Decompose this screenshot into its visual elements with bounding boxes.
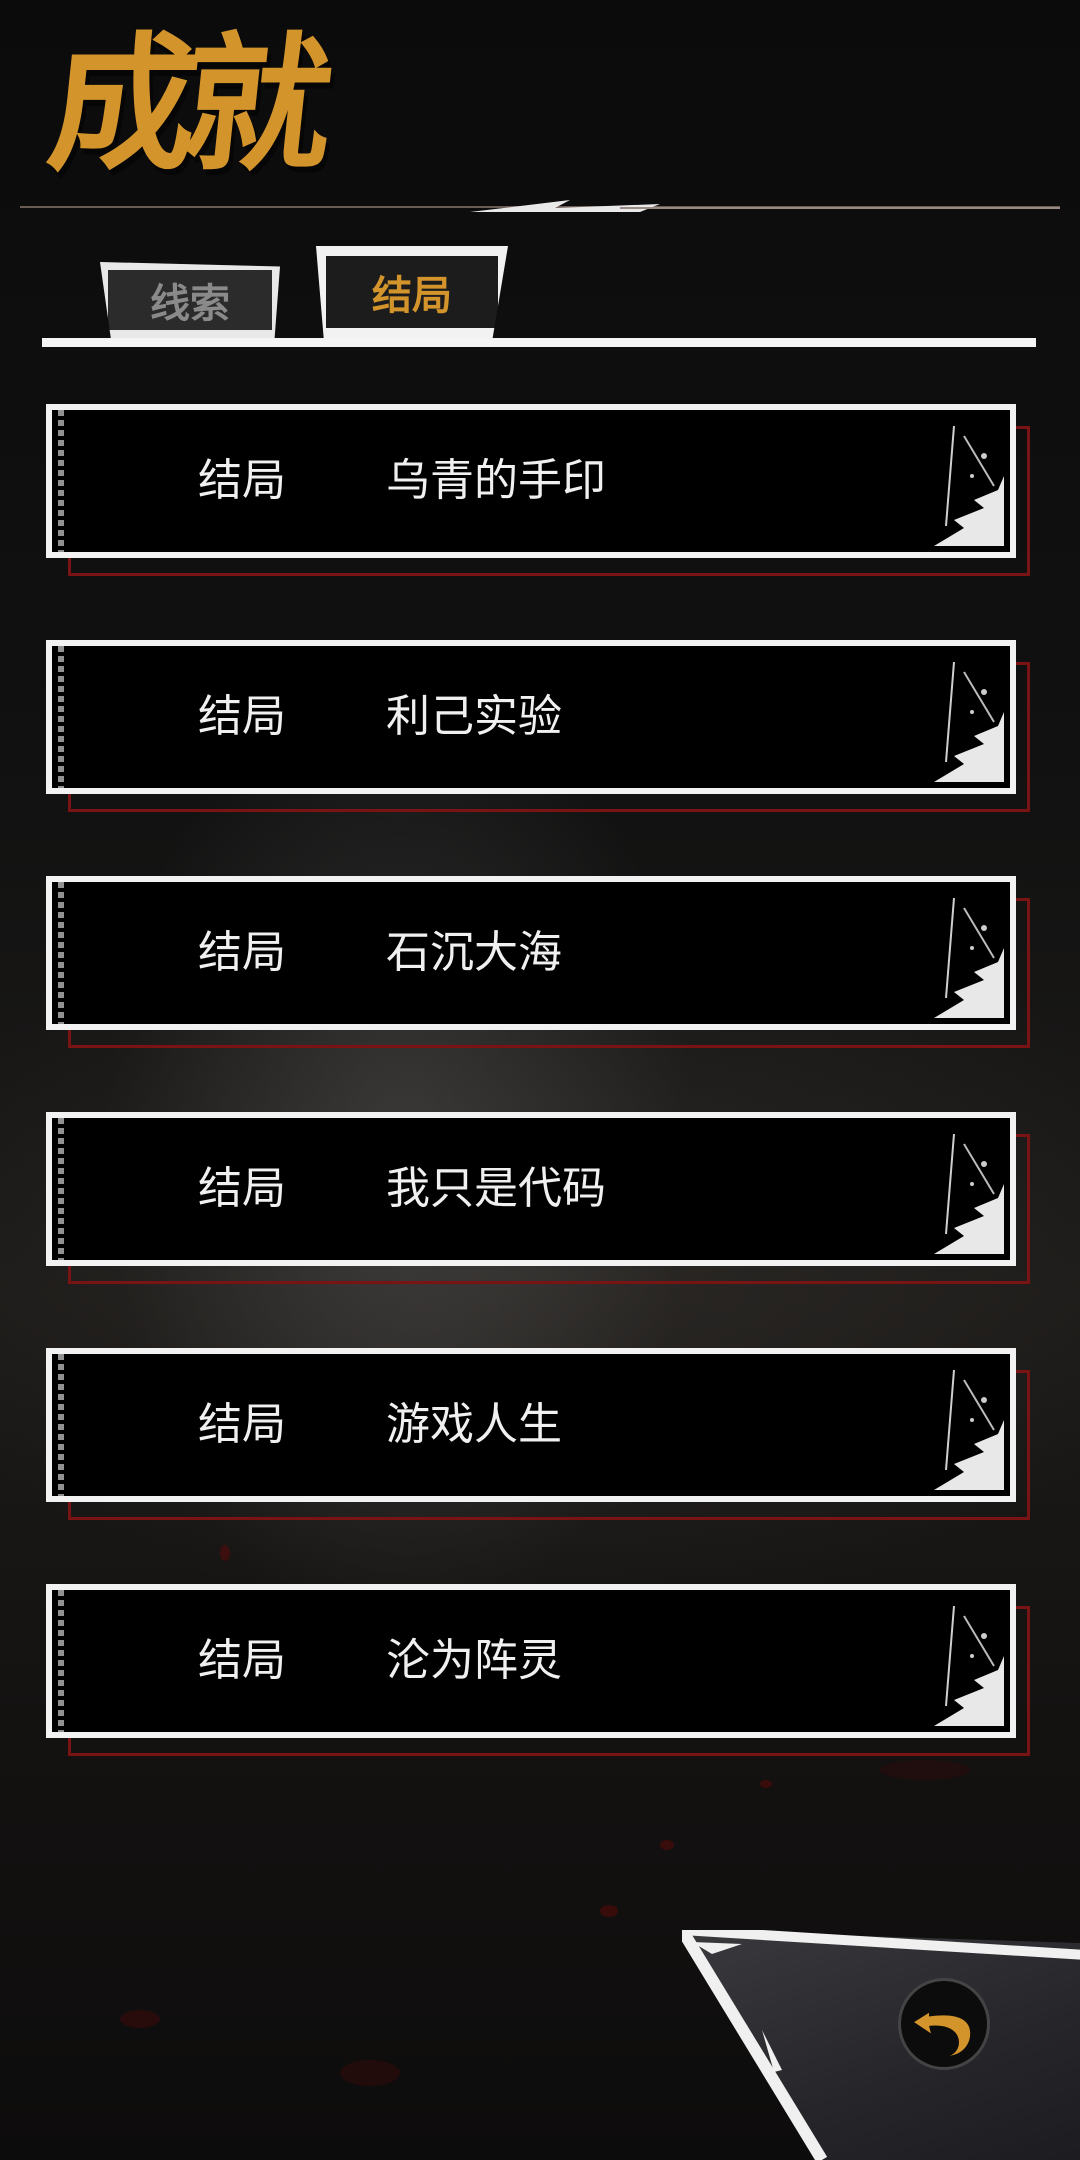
- ending-kind-label: 结局: [198, 455, 286, 506]
- ending-name: 乌青的手印: [386, 455, 606, 506]
- ending-item[interactable]: 结局 我只是代码: [46, 1112, 1030, 1284]
- grunge-decoration: [934, 1605, 1004, 1726]
- page-title: 成就: [40, 19, 328, 191]
- blood-splatter: [760, 1780, 772, 1788]
- ending-kind-label: 结局: [198, 691, 286, 742]
- card-frame: 结局 沦为阵灵: [46, 1584, 1016, 1738]
- tab-clues-label: 线索: [150, 281, 230, 327]
- grunge-decoration: [934, 661, 1004, 782]
- ending-item[interactable]: 结局 利己实验: [46, 640, 1030, 812]
- ending-name: 沦为阵灵: [386, 1635, 562, 1686]
- blood-splatter: [220, 1545, 230, 1561]
- card-frame: 结局 游戏人生: [46, 1348, 1016, 1502]
- ending-item[interactable]: 结局 游戏人生: [46, 1348, 1030, 1520]
- blood-splatter: [340, 2060, 400, 2086]
- back-arrow-icon: [914, 2012, 971, 2056]
- blood-splatter: [660, 1840, 674, 1850]
- ending-kind-label: 结局: [198, 1399, 286, 1450]
- grunge-decoration: [934, 425, 1004, 546]
- ending-item[interactable]: 结局 乌青的手印: [46, 404, 1030, 576]
- ending-name: 利己实验: [386, 691, 562, 742]
- card-frame: 结局 利己实验: [46, 640, 1016, 794]
- back-button[interactable]: [898, 1978, 990, 2070]
- ending-name: 石沉大海: [386, 927, 562, 978]
- back-panel-border: [682, 1930, 1080, 2160]
- tab-clues[interactable]: 线索: [100, 262, 280, 338]
- ending-name: 我只是代码: [386, 1163, 606, 1214]
- ending-kind-label: 结局: [198, 1635, 286, 1686]
- tab-endings-label: 结局: [372, 273, 452, 319]
- tab-underline: [42, 338, 1036, 347]
- grunge-decoration: [934, 897, 1004, 1018]
- grunge-decoration: [934, 1133, 1004, 1254]
- achievements-screen: 成就 线索 结局 结局 乌青的手印 结局 利己实验 结局 石沉大海 结局 我只是…: [0, 0, 1080, 2160]
- ending-kind-label: 结局: [198, 927, 286, 978]
- grunge-decoration: [934, 1369, 1004, 1490]
- ending-item[interactable]: 结局 沦为阵灵: [46, 1584, 1030, 1756]
- card-frame: 结局 石沉大海: [46, 876, 1016, 1030]
- blood-splatter: [880, 1760, 970, 1780]
- tab-endings[interactable]: 结局: [316, 246, 508, 338]
- ending-kind-label: 结局: [198, 1163, 286, 1214]
- title-divider: [20, 200, 1060, 212]
- ending-name: 游戏人生: [386, 1399, 562, 1450]
- card-frame: 结局 乌青的手印: [46, 404, 1016, 558]
- card-frame: 结局 我只是代码: [46, 1112, 1016, 1266]
- blood-splatter: [120, 2010, 160, 2028]
- blood-splatter: [600, 1905, 618, 1917]
- ending-item[interactable]: 结局 石沉大海: [46, 876, 1030, 1048]
